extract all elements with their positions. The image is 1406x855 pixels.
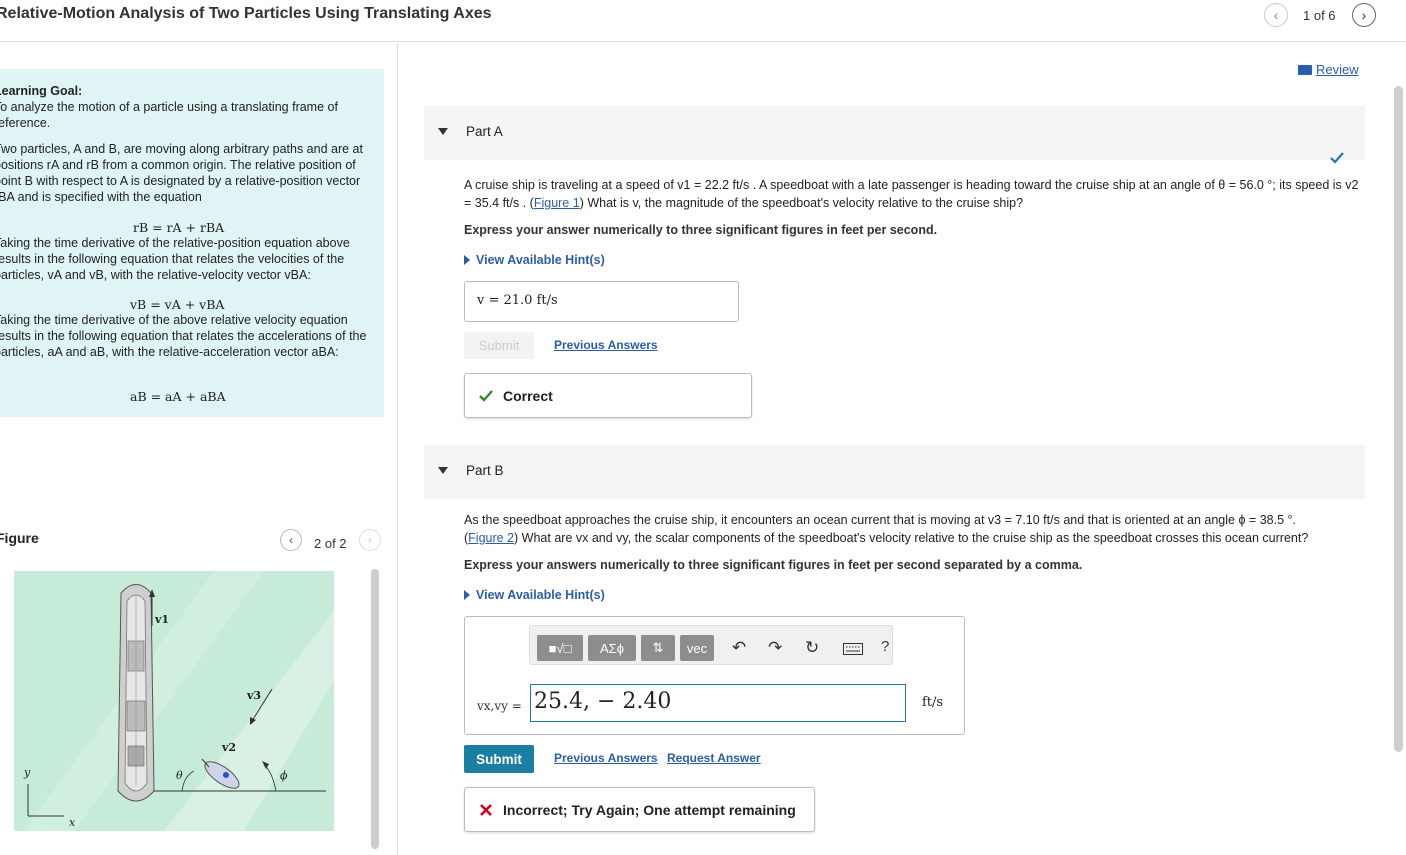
figure-image: v1 v3 θ v2 ϕ y x [14,571,334,831]
page-title: Relative-Motion Analysis of Two Particle… [0,5,492,22]
collapse-triangle-icon [438,128,448,135]
part-a-feedback: Correct [464,373,752,418]
page-scrollbar[interactable] [1394,86,1403,752]
answer-editor: ■√□ ΑΣϕ ⇅ vec ↶ ↷ ↻ ? vx,vy = 25.4, − 2.… [464,616,965,735]
equation-position: rB = rA + rBA [133,220,225,235]
intro-paragraph-2: Taking the time derivative of the relati… [0,236,350,282]
part-b-question: As the speedboat approaches the cruise s… [464,513,1309,545]
figure-2-link[interactable]: Figure 2 [468,531,514,545]
chevron-right-icon: › [1361,7,1367,23]
figure-label: Figure [0,530,39,546]
x-axis-label: x [69,816,76,829]
chevron-left-icon: ‹ [1273,7,1279,23]
book-icon [1298,64,1312,75]
intro-paragraph-1: Two particles, A and B, are moving along… [0,142,363,204]
v1-label: v1 [154,613,169,626]
part-b-label: Part B [466,463,504,478]
subscript-superscript-button[interactable]: ⇅ [641,635,675,661]
part-b-feedback: Incorrect; Try Again; One attempt remain… [464,787,815,832]
chevron-left-icon: ‹ [289,533,293,547]
part-a-instruction: Express your answer numerically to three… [464,223,938,237]
part-a-previous-answers-link[interactable]: Previous Answers [554,338,658,352]
header: Relative-Motion Analysis of Two Particle… [0,0,1406,42]
figure-next-button[interactable]: › [359,529,381,551]
v2-label: v2 [221,741,236,754]
part-b-previous-answers-link[interactable]: Previous Answers [554,751,658,765]
greek-symbols-button[interactable]: ΑΣϕ [588,635,636,661]
math-toolbar: ■√□ ΑΣϕ ⇅ vec ↶ ↷ ↻ ? [529,625,893,665]
equation-velocity: vB = vA + vBA [130,297,225,312]
templates-button[interactable]: ■√□ [537,635,583,661]
v3-label: v3 [246,689,261,702]
figure-prev-button[interactable]: ‹ [280,529,302,551]
part-a-question: A cruise ship is traveling at a speed of… [464,178,1359,210]
vector-button[interactable]: vec [680,635,714,661]
intro-paragraph-3: Taking the time derivative of the above … [0,313,367,359]
answer-variable-label: vx,vy = [477,699,522,713]
part-a-label: Part A [466,124,503,139]
collapse-triangle-icon [438,467,448,474]
goal-text: To analyze the motion of a particle usin… [0,100,338,130]
figure-pager: 2 of 2 [314,536,347,551]
reset-icon[interactable]: ↻ [805,638,819,658]
learning-goal-box: Learning Goal: To analyze the motion of … [0,69,384,417]
y-axis-label: y [23,766,31,779]
part-b-header[interactable]: Part B [424,445,1365,499]
x-mark-icon [480,803,492,816]
figure-drawing: v1 v3 θ v2 ϕ y x [23,571,334,831]
phi-label: ϕ [280,769,288,782]
figure-scrollbar[interactable] [371,569,379,849]
item-pager: 1 of 6 [1303,8,1336,23]
part-b-hint-toggle[interactable]: View Available Hint(s) [464,588,605,602]
expand-triangle-icon [464,590,470,600]
help-button[interactable]: ? [881,638,889,655]
next-item-button[interactable]: › [1352,3,1376,27]
goal-heading: Learning Goal: [0,84,83,98]
chevron-right-icon: › [368,533,372,547]
prev-item-button[interactable]: ‹ [1264,3,1288,27]
checkmark-icon [479,389,493,402]
request-answer-link[interactable]: Request Answer [667,751,761,765]
equation-acceleration: aB = aA + aBA [130,389,226,404]
review-label: Review [1316,62,1359,77]
radical-template-icon: ■√□ [548,640,572,656]
expand-triangle-icon [464,255,470,265]
part-a-submit-button[interactable]: Submit [464,332,534,359]
undo-icon[interactable]: ↶ [732,638,746,658]
part-b-submit-button[interactable]: Submit [464,745,534,773]
review-link[interactable]: Review [1298,62,1359,77]
figure-1-link[interactable]: Figure 1 [534,196,580,210]
keyboard-icon[interactable] [843,640,863,660]
intro-panel: Learning Goal: To analyze the motion of … [0,43,398,855]
answer-unit: ft/s [922,695,944,710]
answer-input[interactable]: 25.4, − 2.40 [530,684,906,722]
redo-icon[interactable]: ↷ [768,638,782,658]
part-a-hint-toggle[interactable]: View Available Hint(s) [464,253,605,267]
up-down-arrows-icon: ⇅ [652,640,664,655]
part-a-header[interactable]: Part A [424,106,1365,160]
part-b-instruction: Express your answers numerically to thre… [464,558,1083,572]
checkmark-icon [1330,152,1344,164]
theta-label: θ [176,769,183,782]
part-a-answer: v = 21.0 ft/s [464,281,739,322]
